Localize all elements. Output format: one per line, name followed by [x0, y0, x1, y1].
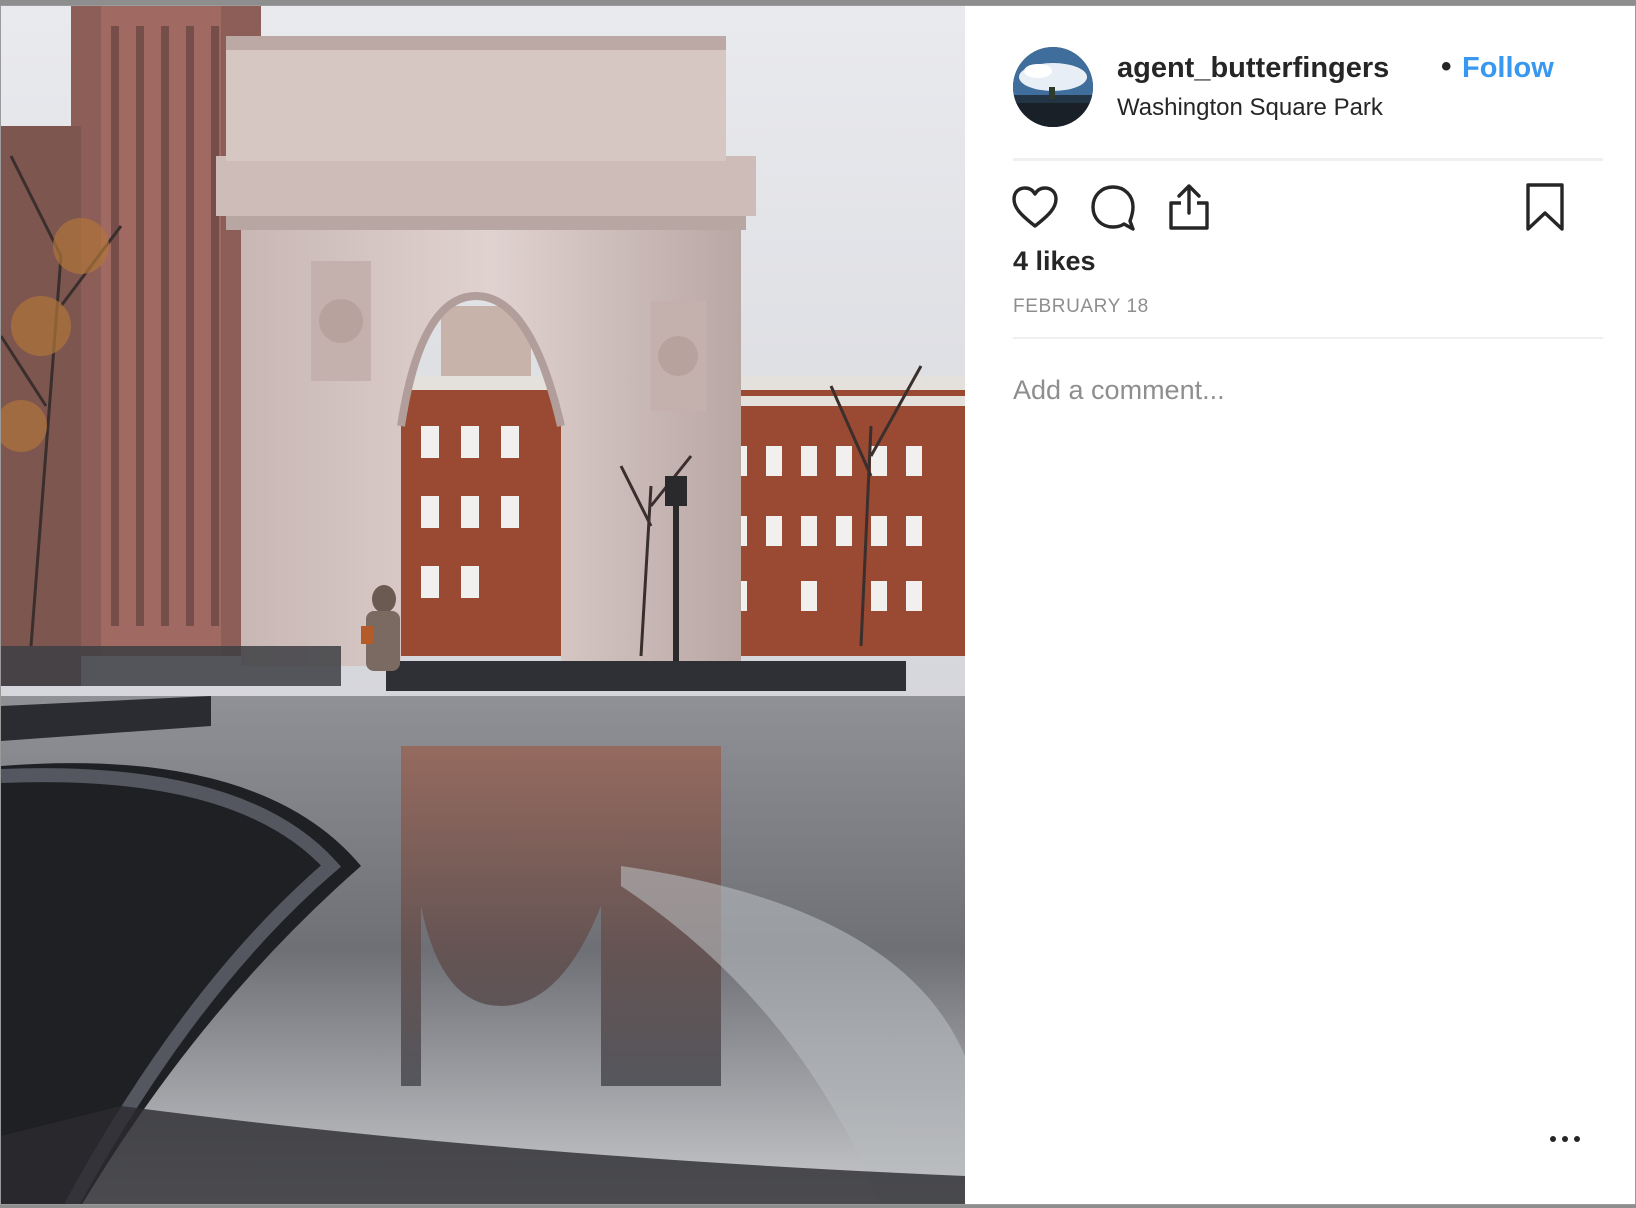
comment-divider — [1013, 337, 1603, 339]
location-link[interactable]: Washington Square Park — [1117, 94, 1383, 122]
avatar[interactable] — [1013, 47, 1093, 127]
more-options-icon[interactable] — [1545, 1124, 1585, 1154]
header-divider — [1013, 158, 1603, 161]
post-photo[interactable] — [1, 6, 965, 1204]
comment-icon[interactable] — [1087, 181, 1139, 233]
action-bar — [1012, 181, 1603, 233]
post-date: FEBRUARY 18 — [1013, 296, 1149, 317]
bookmark-icon[interactable] — [1519, 181, 1571, 233]
post-header: agent_butterfingers • Follow Washington … — [1013, 42, 1603, 132]
heart-icon[interactable] — [1009, 181, 1061, 233]
post-sidebar: agent_butterfingers • Follow Washington … — [965, 6, 1635, 1204]
share-icon[interactable] — [1163, 181, 1215, 233]
likes-count[interactable]: 4 likes — [1013, 246, 1096, 277]
photo-illustration — [1, 6, 965, 1204]
avatar-image — [1013, 47, 1093, 127]
comment-input[interactable] — [1013, 368, 1573, 412]
follow-button[interactable]: Follow — [1462, 52, 1554, 85]
username-link[interactable]: agent_butterfingers — [1117, 52, 1389, 85]
separator-dot: • — [1441, 50, 1452, 83]
post-modal: agent_butterfingers • Follow Washington … — [0, 5, 1636, 1205]
